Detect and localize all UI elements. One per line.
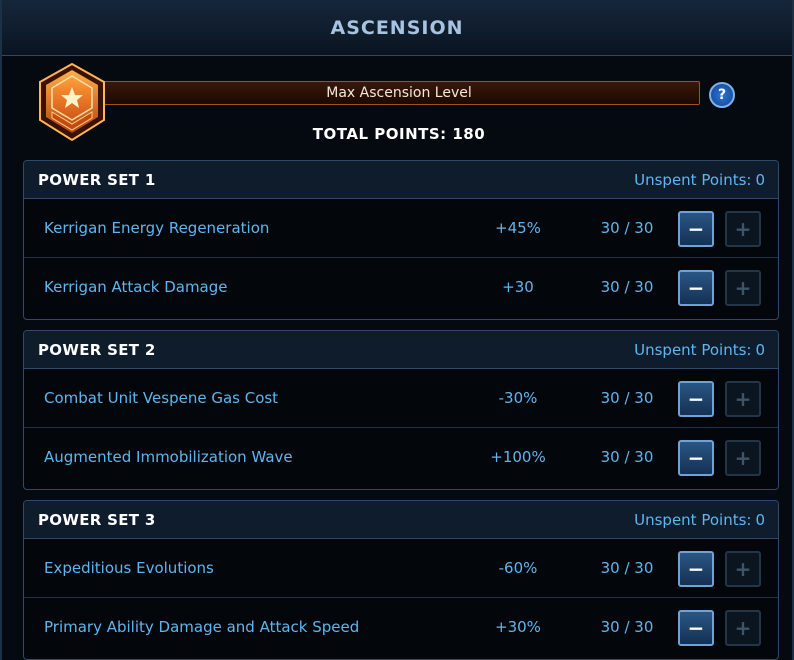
upgrade-row: Expeditious Evolutions -60% 30 / 30 − + — [24, 539, 778, 597]
ascension-window: ASCENSION Max Ascension Level ? TOTAL PO… — [0, 0, 794, 660]
title-bar: ASCENSION — [2, 0, 792, 56]
upgrade-row: Combat Unit Vespene Gas Cost -30% 30 / 3… — [24, 369, 778, 427]
upgrade-name: Primary Ability Damage and Attack Speed — [44, 618, 360, 636]
decrease-button[interactable]: − — [678, 551, 714, 587]
power-set-header: POWER SET 2 Unspent Points: 0 — [24, 331, 778, 369]
unspent-points: Unspent Points: 0 — [634, 511, 765, 529]
upgrade-bonus: +30 — [502, 278, 534, 296]
upgrade-name: Combat Unit Vespene Gas Cost — [44, 389, 279, 407]
upgrade-points: 30 / 30 — [600, 618, 654, 636]
decrease-button[interactable]: − — [678, 381, 714, 417]
upgrade-points: 30 / 30 — [600, 219, 654, 237]
upgrade-bonus: +30% — [495, 618, 541, 636]
plus-icon: + — [734, 446, 752, 470]
unspent-points-label: Unspent Points: — [634, 170, 752, 189]
power-set-title: POWER SET 3 — [38, 510, 156, 529]
unspent-points-value: 0 — [755, 340, 765, 359]
upgrade-points: 30 / 30 — [600, 559, 654, 577]
increase-button[interactable]: + — [725, 440, 761, 476]
power-set-3: POWER SET 3 Unspent Points: 0 Expeditious… — [23, 500, 779, 660]
decrease-button[interactable]: − — [678, 211, 714, 247]
upgrade-points: 30 / 30 — [600, 448, 654, 466]
plus-icon: + — [734, 276, 752, 300]
total-points: TOTAL POINTS: 180 — [312, 125, 486, 143]
unspent-points-value: 0 — [755, 170, 765, 189]
unspent-points-label: Unspent Points: — [634, 340, 752, 359]
upgrade-row: Primary Ability Damage and Attack Speed … — [24, 597, 778, 655]
power-set-1: POWER SET 1 Unspent Points: 0 Kerrigan En… — [23, 160, 779, 320]
power-set-title: POWER SET 1 — [38, 170, 156, 189]
upgrade-name: Expeditious Evolutions — [44, 559, 214, 577]
decrease-button[interactable]: − — [678, 440, 714, 476]
plus-icon: + — [734, 557, 752, 581]
plus-icon: + — [734, 616, 752, 640]
minus-icon: − — [687, 387, 705, 411]
upgrade-name: Kerrigan Energy Regeneration — [44, 219, 270, 237]
question-mark-icon: ? — [717, 87, 727, 103]
power-set-header: POWER SET 3 Unspent Points: 0 — [24, 501, 778, 539]
upgrade-points: 30 / 30 — [600, 278, 654, 296]
unspent-points-label: Unspent Points: — [634, 510, 752, 529]
unspent-points: Unspent Points: 0 — [634, 341, 765, 359]
minus-icon: − — [687, 446, 705, 470]
upgrade-row: Kerrigan Attack Damage +30 30 / 30 − + — [24, 257, 778, 315]
help-button[interactable]: ? — [709, 82, 735, 108]
upgrade-bonus: -60% — [498, 559, 538, 577]
decrease-button[interactable]: − — [678, 610, 714, 646]
upgrade-row: Augmented Immobilization Wave +100% 30 /… — [24, 427, 778, 485]
minus-icon: − — [687, 217, 705, 241]
increase-button[interactable]: + — [725, 270, 761, 306]
upgrade-bonus: +45% — [495, 219, 541, 237]
upgrade-name: Kerrigan Attack Damage — [44, 278, 228, 296]
increase-button[interactable]: + — [725, 211, 761, 247]
increase-button[interactable]: + — [725, 551, 761, 587]
ascension-level-label: Max Ascension Level — [326, 85, 472, 101]
upgrade-bonus: +100% — [490, 448, 546, 466]
power-set-title: POWER SET 2 — [38, 340, 156, 359]
unspent-points: Unspent Points: 0 — [634, 171, 765, 189]
upgrade-points: 30 / 30 — [600, 389, 654, 407]
minus-icon: − — [687, 276, 705, 300]
window-title: ASCENSION — [330, 16, 464, 39]
power-set-header: POWER SET 1 Unspent Points: 0 — [24, 161, 778, 199]
plus-icon: + — [734, 217, 752, 241]
upgrade-name: Augmented Immobilization Wave — [44, 448, 293, 466]
minus-icon: − — [687, 616, 705, 640]
increase-button[interactable]: + — [725, 381, 761, 417]
increase-button[interactable]: + — [725, 610, 761, 646]
minus-icon: − — [687, 557, 705, 581]
plus-icon: + — [734, 387, 752, 411]
power-set-2: POWER SET 2 Unspent Points: 0 Combat Unit… — [23, 330, 779, 490]
upgrade-row: Kerrigan Energy Regeneration +45% 30 / 3… — [24, 199, 778, 257]
ascension-level-bar: Max Ascension Level — [98, 81, 700, 105]
unspent-points-value: 0 — [755, 510, 765, 529]
decrease-button[interactable]: − — [678, 270, 714, 306]
upgrade-bonus: -30% — [498, 389, 538, 407]
